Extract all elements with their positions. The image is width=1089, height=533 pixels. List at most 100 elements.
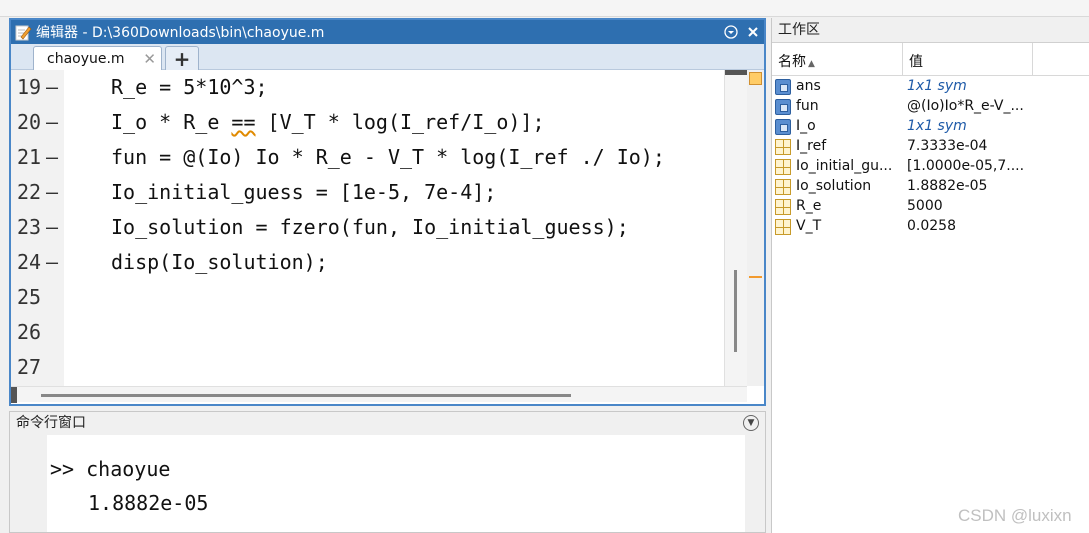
command-output-line: 1.8882e-05 [88, 491, 209, 515]
workspace-row[interactable]: R_e 5000 [772, 197, 1089, 217]
numeric-variable-icon [775, 139, 791, 155]
variable-value: [1.0000e-05,7.... [907, 158, 1025, 174]
scrollbar-thumb[interactable] [41, 394, 571, 397]
code-line[interactable]: 24 — disp(Io_solution); [11, 245, 723, 280]
code-line[interactable]: 19 — R_e = 5*10^3; [11, 70, 723, 105]
editor-menu-button[interactable] [720, 20, 742, 44]
line-number: 27 [17, 355, 42, 379]
variable-value: 1.8882e-05 [907, 178, 988, 194]
editor-vertical-scrollbar[interactable] [724, 70, 747, 386]
code-line[interactable]: 26 [11, 315, 723, 350]
code-line[interactable]: 21 — fun = @(Io) Io * R_e - V_T * log(I_… [11, 140, 723, 175]
sym-variable-icon [775, 119, 791, 135]
workspace-row[interactable]: Io_solution 1.8882e-05 [772, 177, 1089, 197]
code-text: R_e = 5*10^3; [111, 75, 268, 99]
code-text: disp(Io_solution); [111, 250, 328, 274]
breakpoint-dash[interactable]: — [46, 70, 58, 105]
code-warning[interactable]: == [231, 110, 255, 134]
line-number: 26 [17, 320, 42, 344]
column-divider[interactable] [1032, 43, 1033, 76]
editor-doc-icon [15, 24, 32, 41]
breakpoint-dash[interactable]: — [46, 105, 58, 140]
workspace-row[interactable]: I_ref 7.3333e-04 [772, 137, 1089, 157]
workspace-row[interactable]: V_T 0.0258 [772, 217, 1089, 237]
code-line[interactable]: 22 — Io_initial_guess = [1e-5, 7e-4]; [11, 175, 723, 210]
command-window-title: 命令行窗口 [16, 415, 86, 431]
workspace-header: 名称 ▲ 值 [772, 43, 1089, 76]
variable-value: 5000 [907, 198, 943, 214]
command-prompt-line: >> chaoyue [50, 457, 171, 481]
line-number: 22 [17, 180, 42, 204]
tab-label: chaoyue.m [47, 50, 125, 67]
workspace-row[interactable]: ans 1x1 sym [772, 77, 1089, 97]
warning-marker[interactable] [749, 276, 762, 278]
add-tab-button[interactable]: + [165, 46, 199, 71]
editor-tabbar: chaoyue.m ✕ + [11, 44, 764, 71]
variable-value: 7.3333e-04 [907, 138, 988, 154]
variable-name: Io_solution [796, 178, 872, 194]
editor-panel: 编辑器 - D:\360Downloads\bin\chaoyue.m chao… [9, 18, 766, 406]
command-window-menu-icon[interactable]: ▼ [743, 415, 759, 431]
code-line[interactable]: 27 [11, 350, 723, 385]
code-text: Io_initial_guess = [1e-5, 7e-4]; [111, 180, 497, 204]
workspace-row[interactable]: I_o 1x1 sym [772, 117, 1089, 137]
numeric-variable-icon [775, 219, 791, 235]
command-gutter [10, 435, 47, 532]
command-right-gutter [745, 435, 765, 532]
variable-name: V_T [796, 218, 822, 234]
workspace-title: 工作区 [772, 18, 1089, 43]
tab-close-icon[interactable]: ✕ [143, 50, 156, 68]
code-text: I_o * R_e == [V_T * log(I_ref/I_o)]; [111, 105, 545, 140]
variable-value: 1x1 sym [907, 78, 967, 94]
breakpoint-dash[interactable]: — [46, 210, 58, 245]
code-text-part: [V_T * log(I_ref/I_o)]; [255, 110, 545, 134]
toolbar-strip [0, 0, 1089, 17]
column-header-value[interactable]: 值 [909, 51, 923, 71]
breakpoint-dash[interactable]: — [46, 140, 58, 175]
watermark: CSDN @luxixn [958, 506, 1072, 525]
chevron-down-circle-icon [724, 25, 738, 39]
line-number: 24 [17, 250, 42, 274]
code-analyzer-status-icon[interactable] [749, 72, 762, 85]
breakpoint-dash[interactable]: — [46, 245, 58, 280]
column-divider[interactable] [902, 43, 903, 76]
numeric-variable-icon [775, 179, 791, 195]
variable-name: ans [796, 78, 821, 94]
line-number: 23 [17, 215, 42, 239]
line-number: 25 [17, 285, 42, 309]
column-header-name[interactable]: 名称 ▲ [778, 51, 815, 71]
breakpoint-dash[interactable]: — [46, 175, 58, 210]
scrollbar-thumb[interactable] [734, 270, 737, 352]
variable-value: @(Io)Io*R_e-V_... [907, 98, 1024, 114]
editor-close-button[interactable] [742, 20, 764, 44]
workspace-row[interactable]: Io_initial_gu... [1.0000e-05,7.... [772, 157, 1089, 177]
numeric-variable-icon [775, 159, 791, 175]
code-line[interactable]: 20 — I_o * R_e == [V_T * log(I_ref/I_o)]… [11, 105, 723, 140]
editor-horizontal-scrollbar[interactable] [11, 386, 747, 403]
sort-ascending-icon: ▲ [808, 59, 815, 69]
line-number: 19 [17, 75, 42, 99]
code-line[interactable]: 25 [11, 280, 723, 315]
numeric-variable-icon [775, 199, 791, 215]
line-number: 21 [17, 145, 42, 169]
variable-name: fun [796, 98, 819, 114]
code-area[interactable]: 19 — R_e = 5*10^3; 20 — I_o * R_e == [V_… [11, 70, 764, 403]
command-window-title-bar: 命令行窗口 ▼ [10, 412, 765, 435]
workspace-row[interactable]: fun @(Io)Io*R_e-V_... [772, 97, 1089, 117]
code-line[interactable]: 23 — Io_solution = fzero(fun, Io_initial… [11, 210, 723, 245]
variable-name: R_e [796, 198, 822, 214]
variable-name: I_ref [796, 138, 827, 154]
variable-name: Io_initial_gu... [796, 158, 893, 174]
code-text: Io_solution = fzero(fun, Io_initial_gues… [111, 215, 629, 239]
line-number: 20 [17, 110, 42, 134]
code-text-part: I_o * R_e [111, 110, 232, 134]
variable-value: 0.0258 [907, 218, 956, 234]
editor-title-bar: 编辑器 - D:\360Downloads\bin\chaoyue.m [11, 20, 764, 44]
editor-title: 编辑器 - D:\360Downloads\bin\chaoyue.m [36, 25, 325, 41]
command-window-body[interactable]: >> chaoyue 1.8882e-05 [10, 435, 765, 532]
code-analyzer-bar [747, 70, 764, 386]
scrollbar-cap [725, 70, 747, 75]
tab-chaoyue[interactable]: chaoyue.m ✕ [33, 46, 162, 70]
variable-name: I_o [796, 118, 816, 134]
close-icon [748, 27, 758, 37]
